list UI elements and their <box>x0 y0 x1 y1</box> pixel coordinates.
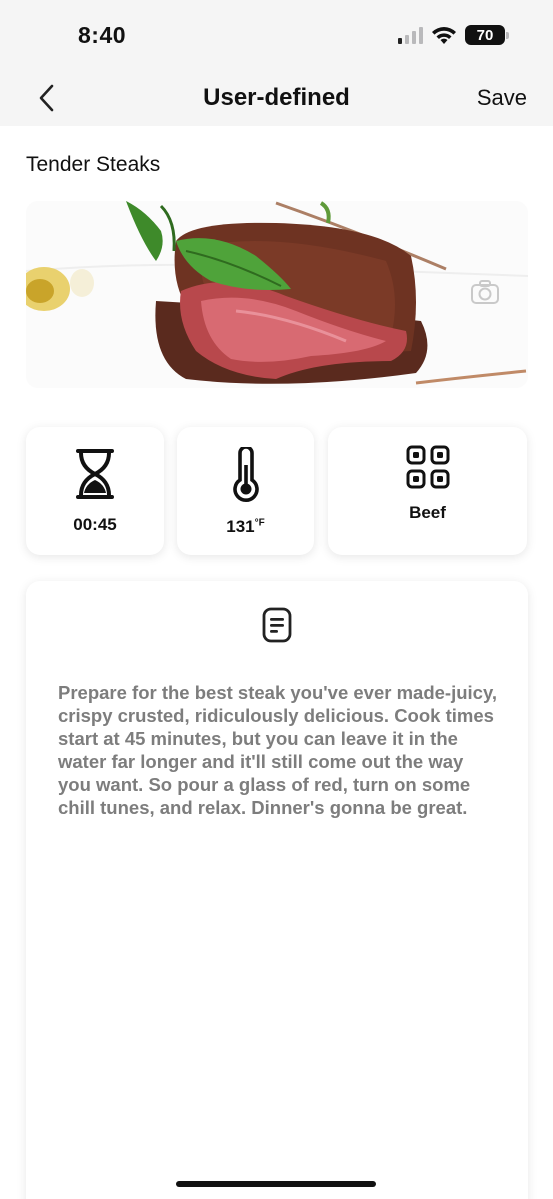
temperature-card[interactable]: 131°F <box>177 427 314 555</box>
home-indicator[interactable] <box>176 1181 376 1187</box>
hourglass-icon <box>76 449 114 499</box>
steak-image <box>26 201 528 388</box>
category-card[interactable]: Beef <box>328 427 527 555</box>
time-card[interactable]: 00:45 <box>26 427 164 555</box>
document-icon <box>262 607 292 643</box>
save-button[interactable]: Save <box>477 85 527 111</box>
temperature-number: 131 <box>226 517 255 536</box>
recipe-photo[interactable] <box>26 201 528 388</box>
status-bar: 8:40 70 <box>0 0 553 70</box>
battery-level: 70 <box>476 26 494 44</box>
description-card[interactable]: Prepare for the best steak you've ever m… <box>26 581 528 1199</box>
category-value: Beef <box>409 503 446 522</box>
temperature-unit: °F <box>254 517 265 529</box>
grid-icon <box>406 445 449 489</box>
battery-icon: 70 <box>465 25 509 45</box>
back-button[interactable] <box>32 82 64 114</box>
nav-bar: User-defined Save <box>0 70 553 126</box>
chevron-left-icon <box>39 84 54 112</box>
recipe-name: Tender Steaks <box>26 153 161 176</box>
recipe-description: Prepare for the best steak you've ever m… <box>58 682 497 818</box>
recipe-content: Tender Steaks 00:45 131°F Beef Prepare f… <box>0 126 553 1199</box>
status-icons: 70 <box>398 25 509 45</box>
temperature-value: 131°F <box>226 517 264 537</box>
camera-icon[interactable] <box>470 279 500 305</box>
time-value: 00:45 <box>73 515 117 534</box>
signal-icon <box>398 26 423 44</box>
thermometer-icon <box>232 447 259 502</box>
page-title: User-defined <box>203 84 350 111</box>
status-time: 8:40 <box>78 22 127 48</box>
wifi-icon <box>432 26 456 44</box>
